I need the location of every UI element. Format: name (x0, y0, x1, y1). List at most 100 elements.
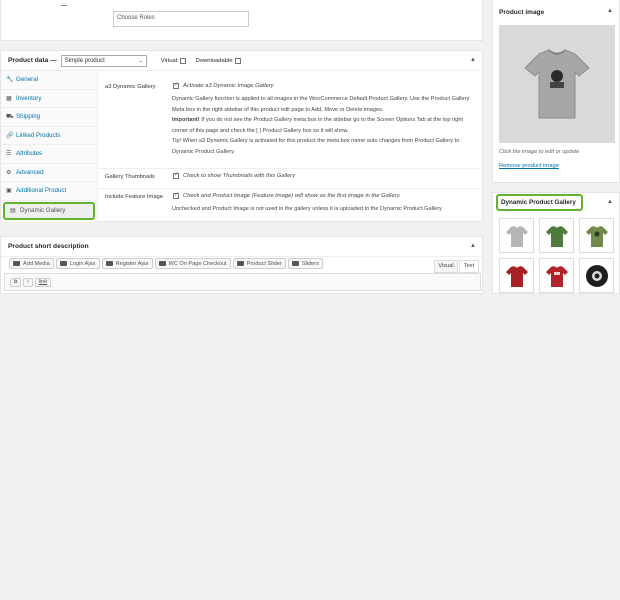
button-label: WC On Page Checkout (168, 260, 227, 267)
product-type-value: Simple product (64, 57, 105, 64)
gallery-thumb[interactable] (539, 258, 574, 293)
tshirt-icon (545, 265, 568, 287)
dg-important-label: Important! (172, 117, 200, 123)
feature-label: Include Feature Image (105, 194, 164, 200)
tshirt-icon (505, 265, 528, 287)
tab-label: Additional Product (16, 187, 67, 195)
gallery-thumb[interactable] (499, 218, 534, 253)
gallery-thumb[interactable] (579, 218, 614, 253)
tab-label: General (16, 76, 39, 84)
divider (98, 188, 483, 189)
dg-description: Dynamic Gallery function is applied to a… (172, 94, 477, 157)
tab-label: Linked Products (16, 131, 61, 139)
product-image[interactable] (499, 25, 615, 143)
list-icon: ☰ (6, 151, 12, 158)
plugin-icon (291, 261, 299, 266)
dynamic-gallery-title: Dynamic Product Gallery (501, 199, 576, 206)
login-ajax-button[interactable]: Login Ajax (55, 258, 100, 269)
tshirt-icon (585, 225, 608, 247)
collapse-arrow-icon[interactable]: ▲ (607, 199, 613, 205)
dg-important: Important! If you do not see the Product… (172, 115, 477, 136)
text-tab[interactable]: Text (459, 260, 479, 273)
inventory-icon: ▦ (6, 95, 12, 102)
product-slider-button[interactable]: Product Slider (232, 258, 286, 269)
tab-advanced[interactable]: ⚙ Advanced (1, 164, 97, 182)
badge-icon (585, 264, 608, 287)
short-desc-box: Product short description ▲ Add Media Lo… (0, 236, 483, 294)
downloadable-checkbox[interactable] (235, 57, 242, 64)
visual-tab[interactable]: Visual (434, 260, 458, 273)
short-desc-header: Product short description (1, 237, 482, 257)
product-image-box: Product image ▲ Click the image to edit … (492, 0, 620, 183)
feature-text: Check and Product Image (Feature Image) … (183, 193, 401, 199)
button-label: Register Ajax (115, 260, 149, 267)
product-image-title: Product image (499, 9, 545, 16)
bold-quicktag[interactable]: b (10, 277, 22, 287)
feature-desc: Unchecked and Product Image is not used … (172, 206, 442, 212)
dynamic-gallery-box: Dynamic Product Gallery ▲ (492, 192, 620, 294)
downloadable-label: Downloadable: (195, 57, 235, 64)
gallery-thumb[interactable] (579, 258, 614, 293)
tshirt-icon (545, 225, 568, 247)
divider (98, 168, 483, 169)
register-ajax-button[interactable]: Register Ajax (101, 258, 153, 269)
roles-label-fragment (61, 5, 67, 6)
tab-label: Dynamic Gallery (20, 207, 66, 214)
tshirt-image (524, 49, 590, 119)
product-data-header: Product data — Simple product ⌄ Virtual:… (1, 51, 482, 71)
button-label: Sliders (301, 260, 319, 267)
virtual-label: Virtual: (160, 57, 179, 64)
truck-icon: ⛟ (6, 113, 14, 120)
media-icon (13, 261, 20, 266)
button-label: Product Slider (246, 260, 282, 267)
tshirt-icon (505, 225, 528, 247)
tab-attributes[interactable]: ☰ Attributes (1, 145, 97, 164)
sliders-button[interactable]: Sliders (287, 258, 323, 269)
thumbs-label: Gallery Thumbnails (105, 174, 155, 180)
button-label: Login Ajax (69, 260, 96, 267)
collapse-arrow-icon[interactable]: ▲ (470, 57, 476, 63)
thumbs-row: Check to show Thumbnails with this Galle… (173, 171, 296, 179)
feature-checkbox[interactable] (173, 191, 179, 199)
collapse-arrow-icon[interactable]: ▲ (470, 243, 476, 249)
wc-on-page-checkout-button[interactable]: WC On Page Checkout (154, 258, 231, 269)
thumbs-checkbox[interactable] (173, 171, 179, 179)
roles-input[interactable]: Choose Roles (113, 11, 249, 27)
product-data-box: Product data — Simple product ⌄ Virtual:… (0, 50, 483, 222)
dg-activate-checkbox[interactable] (173, 81, 179, 89)
product-data-tabs: 🔧 General ▦ Inventory ⛟ Shipping 🔗 Linked Pr… (1, 71, 98, 222)
tab-general[interactable]: 🔧 General (1, 71, 97, 90)
gallery-thumb[interactable] (539, 218, 574, 253)
tab-shipping[interactable]: ⛟ Shipping (1, 108, 97, 127)
tab-dynamic-gallery[interactable]: ▤ Dynamic Gallery (3, 201, 95, 220)
italic-quicktag[interactable]: i (23, 277, 33, 287)
thumbs-text: Check to show Thumbnails with this Galle… (183, 173, 296, 179)
remove-product-image-link[interactable]: Remove product image (499, 163, 559, 169)
tab-additional-product[interactable]: ▣ Additional Product (1, 182, 97, 201)
tab-label: Advanced (16, 168, 44, 176)
gallery-icon: ▤ (10, 208, 16, 214)
product-type-select[interactable]: Simple product ⌄ (60, 54, 147, 67)
dg-tip: Tip! When a3 Dynamic Gallery is activate… (172, 138, 460, 155)
link-quicktag[interactable]: link (34, 277, 52, 287)
tab-linked-products[interactable]: 🔗 Linked Products (1, 127, 97, 145)
gear-icon: ⚙ (6, 169, 12, 176)
collapse-arrow-icon[interactable]: ▲ (607, 8, 613, 14)
tab-inventory[interactable]: ▦ Inventory (1, 90, 97, 108)
roles-box: Choose Roles (0, 0, 483, 41)
gallery-thumb[interactable] (499, 258, 534, 293)
plus-icon: ▣ (6, 188, 12, 195)
dg-activate-row: Activate a3 Dynamic Image Gallery (173, 81, 274, 89)
virtual-checkbox[interactable] (179, 57, 186, 64)
add-media-button[interactable]: Add Media (9, 258, 54, 269)
plugin-icon (158, 261, 166, 266)
tab-label: Attributes (16, 150, 43, 158)
button-label: Add Media (23, 260, 50, 267)
quicktags-bar: b i link (4, 273, 481, 291)
dg-field-label: a3 Dynamic Gallery (105, 84, 156, 90)
dg-activate-text: Activate a3 Dynamic Image Gallery (183, 83, 274, 89)
plugin-icon (59, 261, 67, 266)
editor-toolbar: Add Media Login Ajax Register Ajax WC On… (9, 258, 325, 269)
dg-important-text: If you do not see the Product Gallery me… (172, 117, 463, 134)
chevron-down-icon: ⌄ (138, 57, 143, 64)
